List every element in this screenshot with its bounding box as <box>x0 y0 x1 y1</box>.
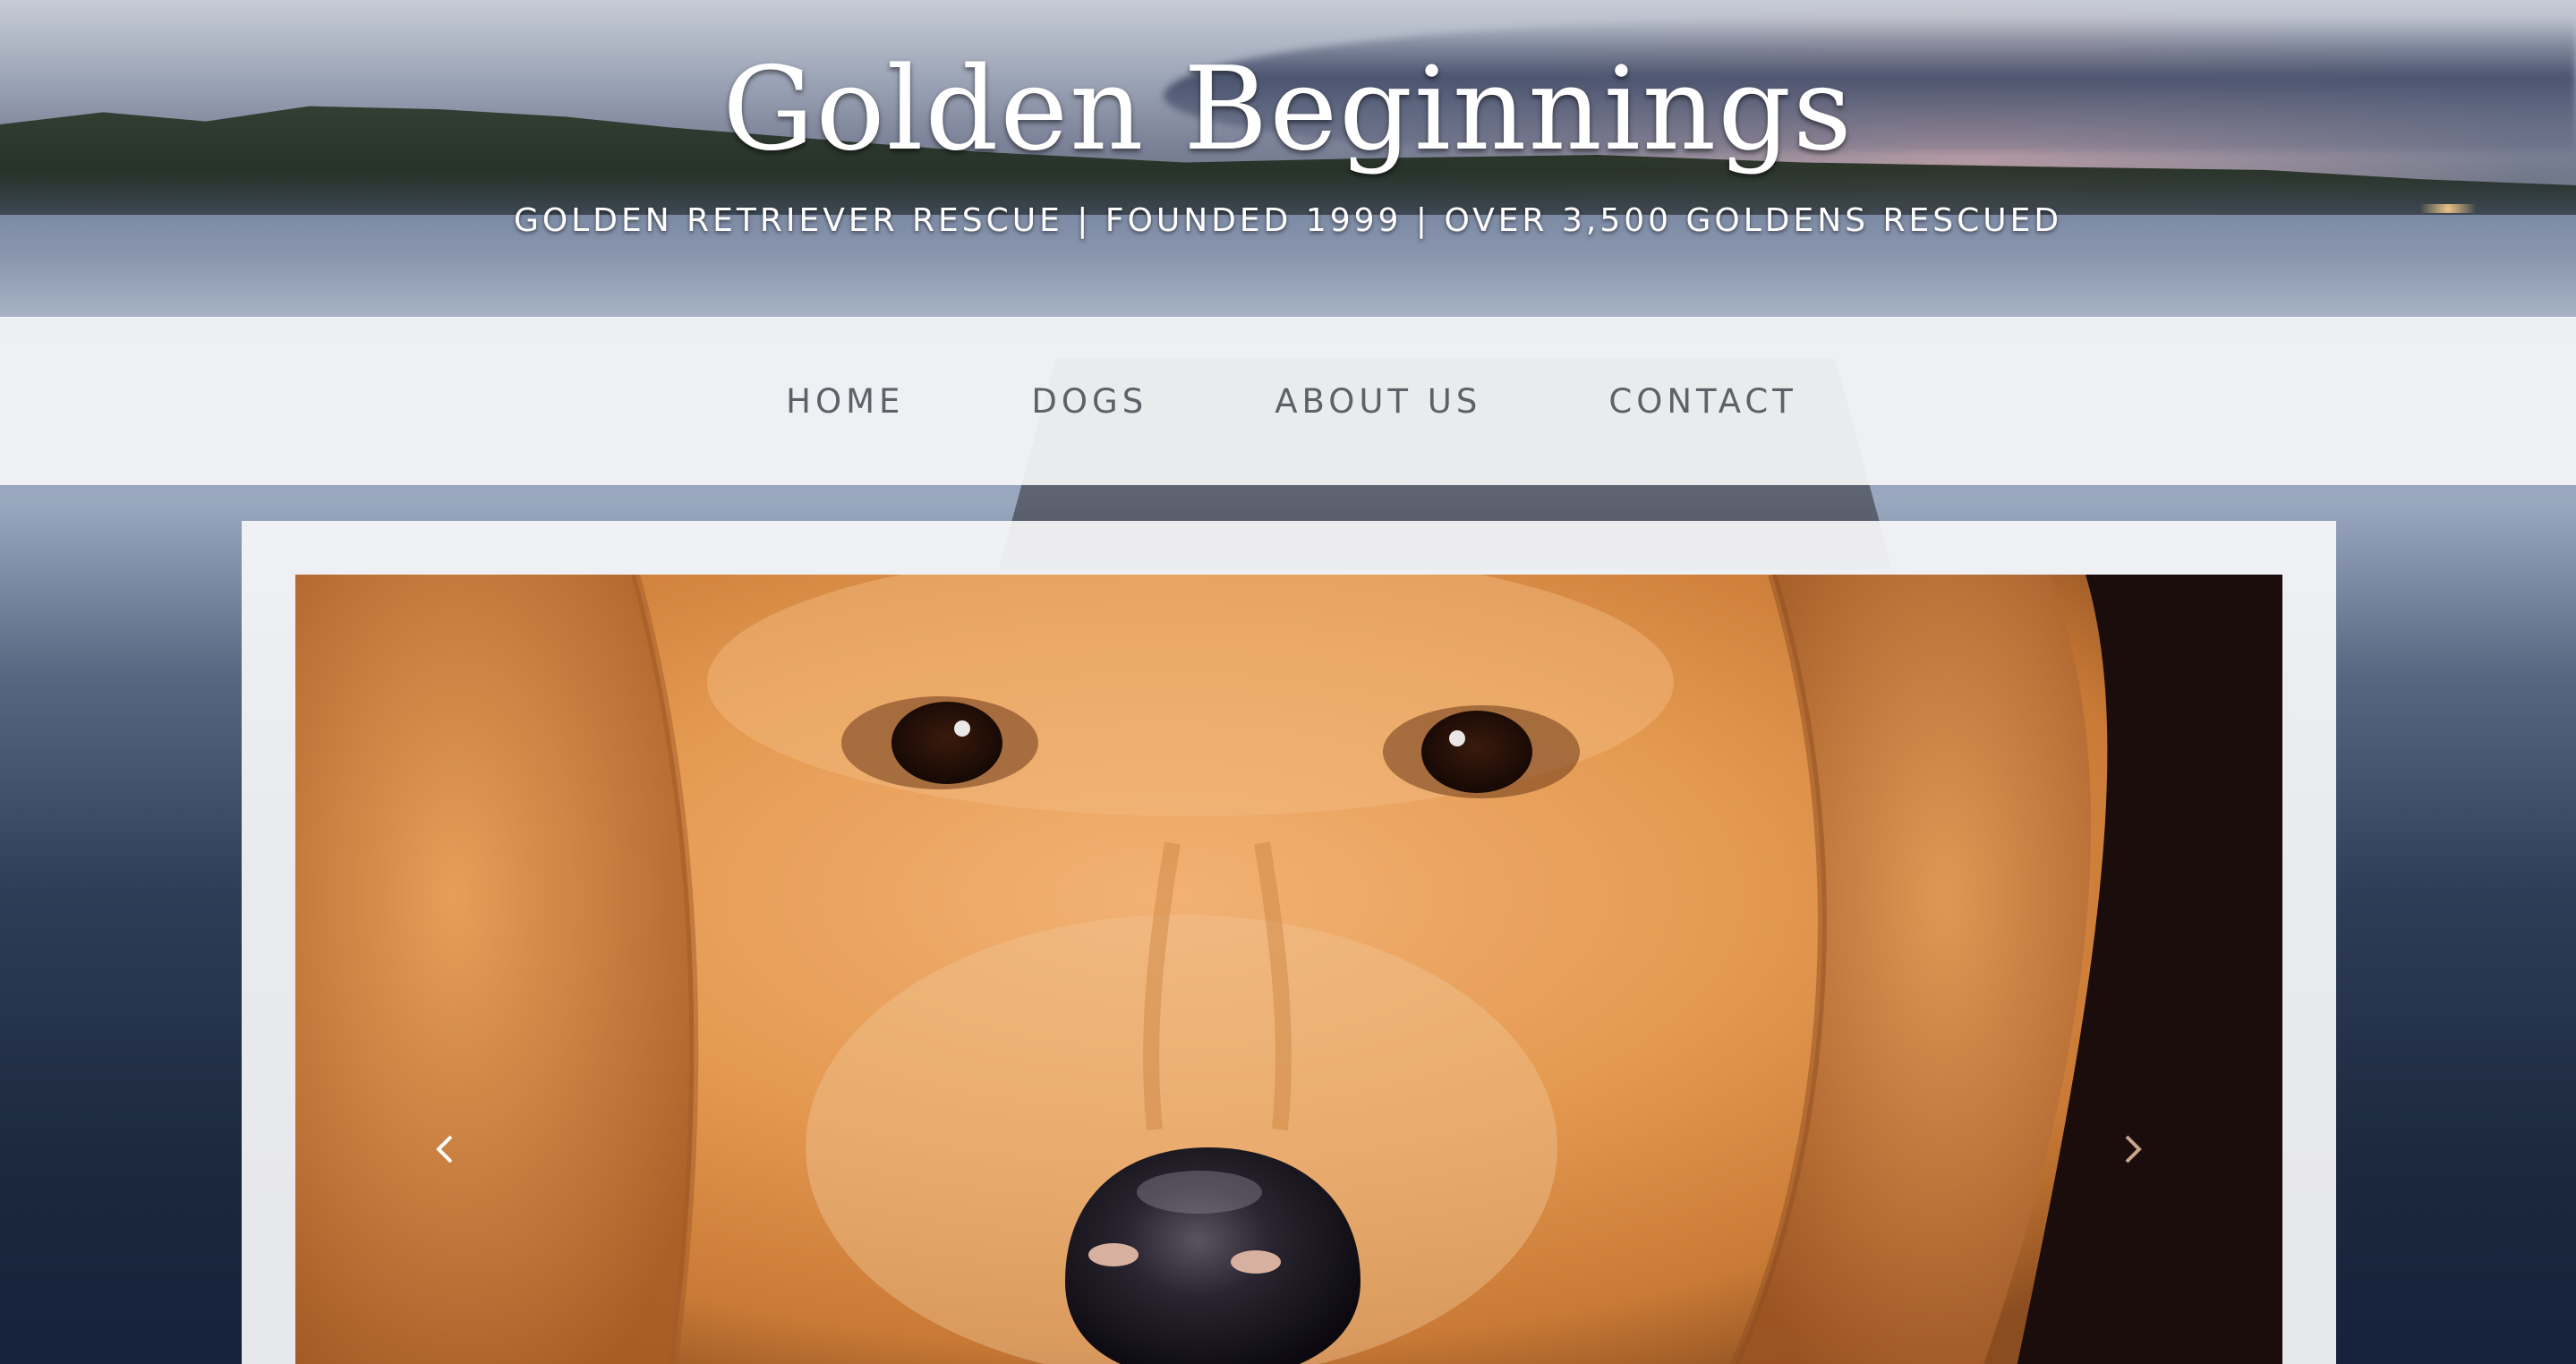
nav-item-contact[interactable]: CONTACT <box>1608 382 1796 421</box>
site-tagline: GOLDEN RETRIEVER RESCUE | FOUNDED 1999 |… <box>513 202 2063 239</box>
site-header: Golden Beginnings GOLDEN RETRIEVER RESCU… <box>0 0 2576 317</box>
slider-prev-button[interactable] <box>427 1130 463 1169</box>
nav-item-dogs[interactable]: DOGS <box>1031 382 1147 421</box>
site-title[interactable]: Golden Beginnings <box>0 43 2576 176</box>
nav-item-about-us[interactable]: ABOUT US <box>1275 382 1481 421</box>
nav-item-home[interactable]: HOME <box>786 382 904 421</box>
main-navigation: HOME DOGS ABOUT US CONTACT <box>0 317 2576 485</box>
nav-list: HOME DOGS ABOUT US CONTACT <box>779 382 1797 421</box>
chevron-left-icon <box>436 1135 453 1164</box>
chevron-right-icon <box>2125 1135 2142 1164</box>
slide-golden-retriever-photo <box>295 575 2282 1364</box>
golden-retriever-image <box>295 575 2282 1364</box>
slider-next-button[interactable] <box>2115 1130 2151 1169</box>
page: Golden Beginnings GOLDEN RETRIEVER RESCU… <box>0 0 2576 1364</box>
